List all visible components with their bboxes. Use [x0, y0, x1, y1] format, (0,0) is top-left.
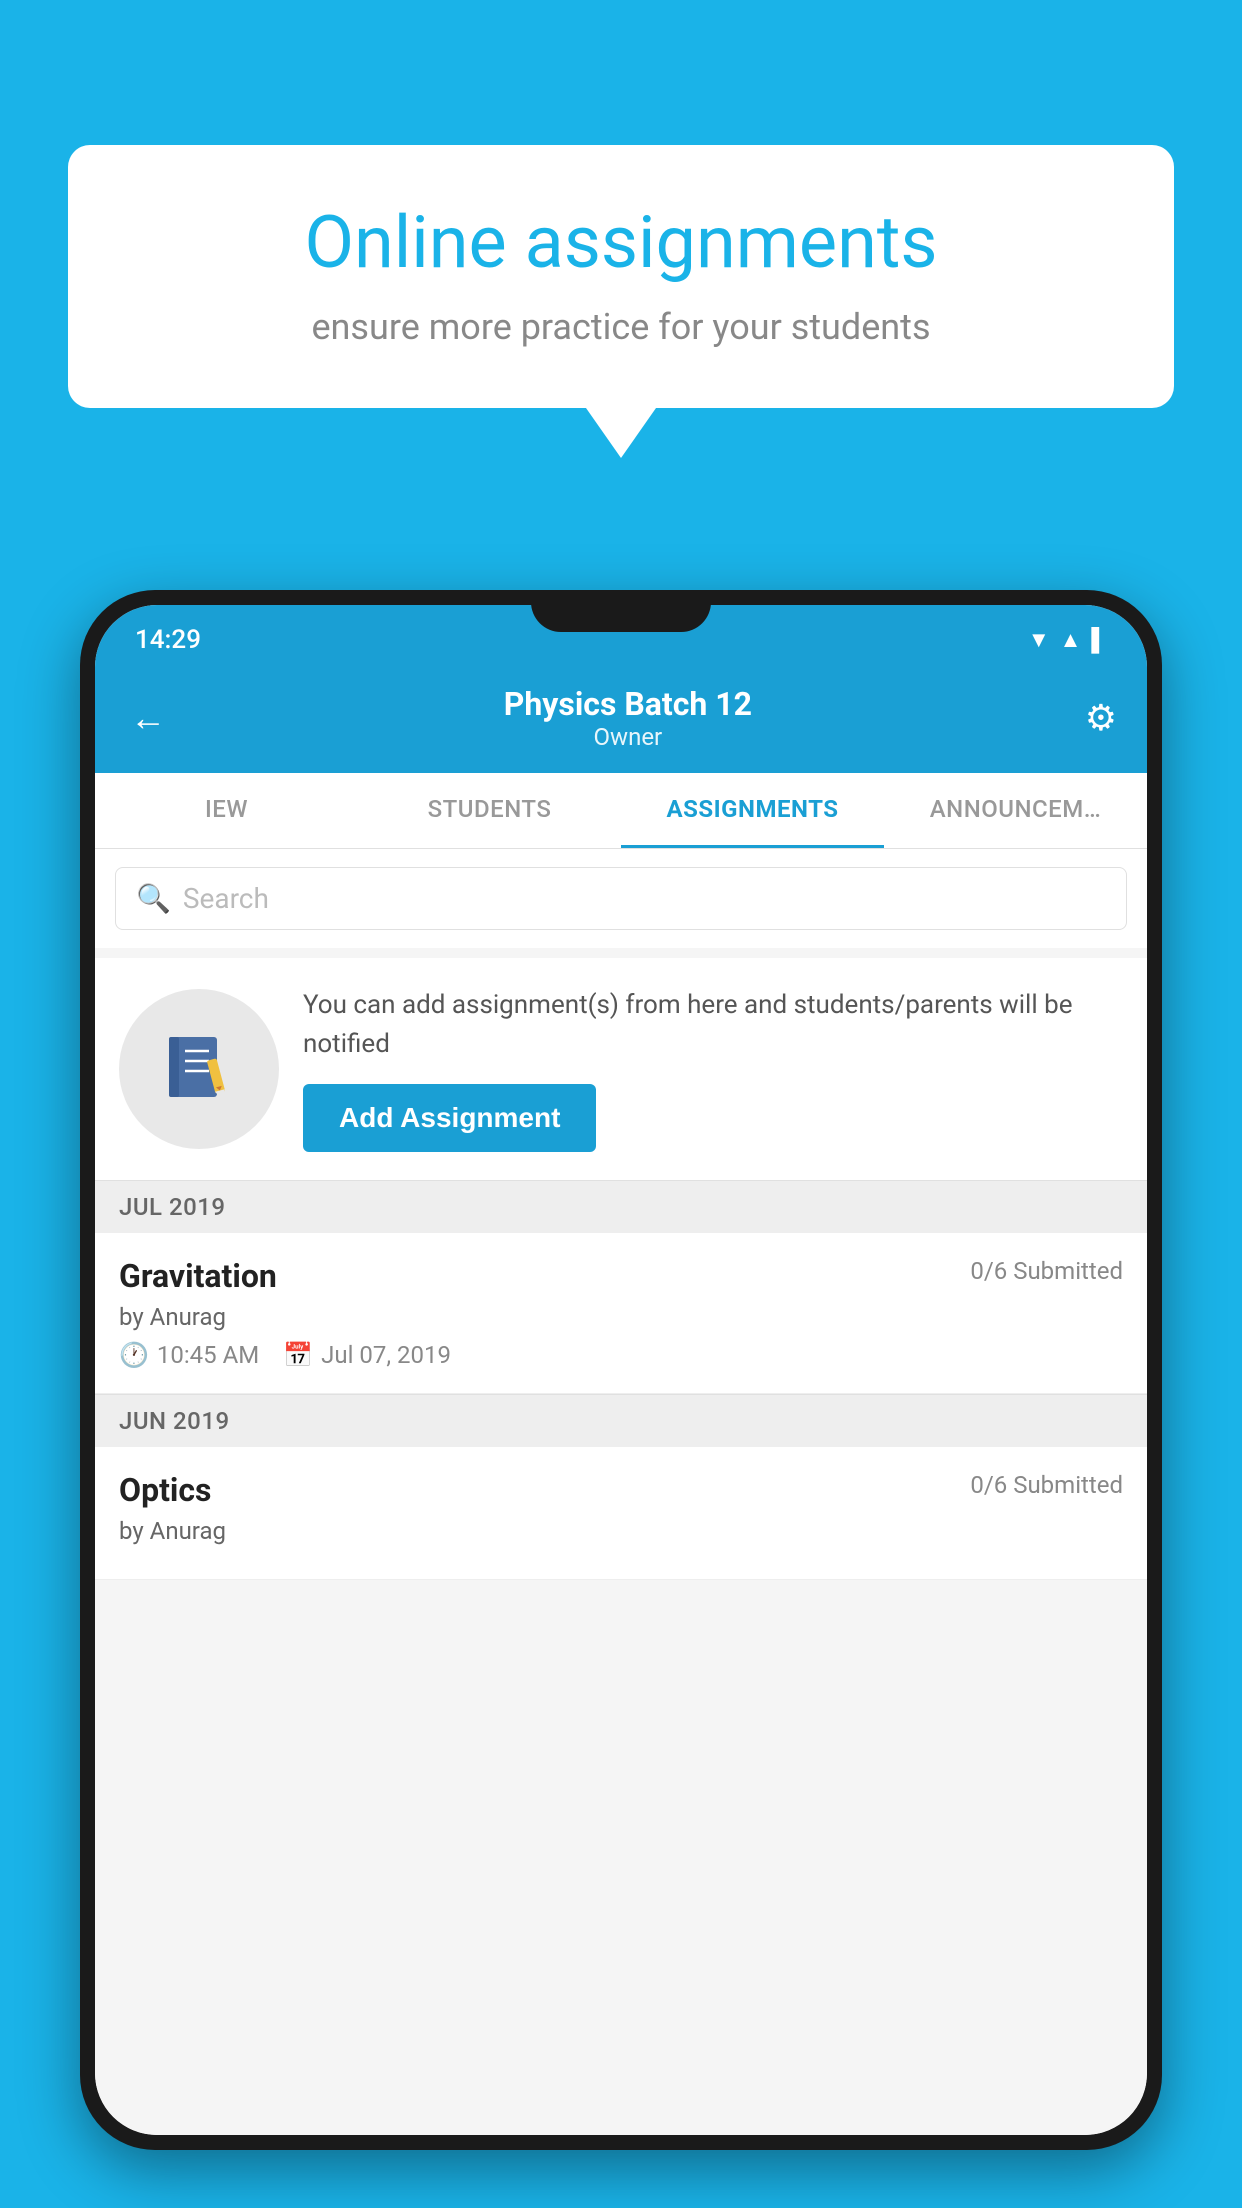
search-icon: 🔍 [136, 882, 171, 915]
assignment-header: Gravitation 0/6 Submitted [119, 1257, 1123, 1295]
signal-icon: ▲ [1060, 627, 1082, 653]
phone-notch [531, 590, 711, 632]
clock-icon: 🕐 [119, 1341, 149, 1369]
promo-description: You can add assignment(s) from here and … [303, 986, 1123, 1064]
header-title-block: Physics Batch 12 Owner [504, 685, 752, 751]
calendar-icon: 📅 [283, 1341, 313, 1369]
tab-students[interactable]: STUDENTS [358, 773, 621, 848]
assignment-meta-gravitation: 🕐 10:45 AM 📅 Jul 07, 2019 [119, 1341, 1123, 1369]
wifi-icon: ▼ [1028, 627, 1050, 653]
assignment-header-optics: Optics 0/6 Submitted [119, 1471, 1123, 1509]
add-assignment-button[interactable]: Add Assignment [303, 1084, 596, 1152]
speech-bubble: Online assignments ensure more practice … [68, 145, 1174, 408]
status-time: 14:29 [135, 625, 201, 655]
assignment-time-gravitation: 🕐 10:45 AM [119, 1341, 259, 1369]
month-separator-jun: JUN 2019 [95, 1394, 1147, 1447]
promo-block: You can add assignment(s) from here and … [95, 958, 1147, 1180]
speech-bubble-container: Online assignments ensure more practice … [68, 145, 1174, 458]
speech-bubble-arrow [586, 408, 656, 458]
status-icons: ▼ ▲ ▌ [1028, 627, 1107, 653]
phone-mockup: 14:29 ▼ ▲ ▌ ← Physics Batch 12 Owner ⚙ I… [80, 590, 1162, 2150]
content-area: 🔍 Search [95, 849, 1147, 2135]
assignment-by-optics: by Anurag [119, 1517, 1123, 1545]
notebook-icon [159, 1029, 239, 1109]
month-separator-jul: JUL 2019 [95, 1180, 1147, 1233]
assignment-title-optics: Optics [119, 1471, 211, 1509]
assignment-time-text: 10:45 AM [157, 1341, 259, 1369]
assignment-title-gravitation: Gravitation [119, 1257, 277, 1295]
tab-assignments[interactable]: ASSIGNMENTS [621, 773, 884, 848]
app-header: ← Physics Batch 12 Owner ⚙ [95, 667, 1147, 773]
assignment-date-text: Jul 07, 2019 [321, 1341, 451, 1369]
speech-bubble-title: Online assignments [128, 200, 1114, 286]
promo-text-block: You can add assignment(s) from here and … [303, 986, 1123, 1152]
search-placeholder-text: Search [183, 882, 269, 915]
assignment-by-gravitation: by Anurag [119, 1303, 1123, 1331]
assignment-submitted-optics: 0/6 Submitted [970, 1471, 1123, 1499]
assignment-item-gravitation[interactable]: Gravitation 0/6 Submitted by Anurag 🕐 10… [95, 1233, 1147, 1394]
gear-icon[interactable]: ⚙ [1085, 697, 1117, 739]
tab-iew[interactable]: IEW [95, 773, 358, 848]
search-container: 🔍 Search [95, 849, 1147, 948]
search-input-wrapper[interactable]: 🔍 Search [115, 867, 1127, 930]
tabs-container: IEW STUDENTS ASSIGNMENTS ANNOUNCEM… [95, 773, 1147, 849]
back-button[interactable]: ← [125, 692, 171, 744]
assignment-item-optics[interactable]: Optics 0/6 Submitted by Anurag [95, 1447, 1147, 1580]
assignment-submitted-gravitation: 0/6 Submitted [970, 1257, 1123, 1285]
header-title: Physics Batch 12 [504, 685, 752, 723]
battery-icon: ▌ [1091, 627, 1107, 653]
header-subtitle: Owner [504, 723, 752, 751]
assignment-date-gravitation: 📅 Jul 07, 2019 [283, 1341, 451, 1369]
phone-screen: 14:29 ▼ ▲ ▌ ← Physics Batch 12 Owner ⚙ I… [95, 605, 1147, 2135]
speech-bubble-subtitle: ensure more practice for your students [128, 306, 1114, 348]
tab-announcements[interactable]: ANNOUNCEM… [884, 773, 1147, 848]
notebook-icon-circle [119, 989, 279, 1149]
